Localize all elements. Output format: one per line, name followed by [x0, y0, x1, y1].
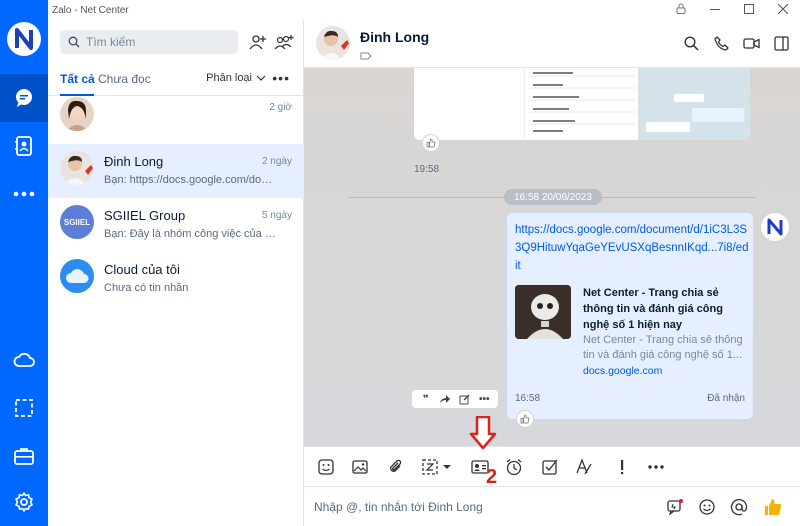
create-group-icon[interactable]	[272, 30, 296, 54]
message-input[interactable]	[314, 497, 644, 517]
conversation-name: SGIIEL Group	[104, 208, 186, 223]
sender-avatar[interactable]	[760, 212, 790, 242]
more-options-icon[interactable]	[646, 457, 666, 477]
message-status: Đã nhận	[707, 393, 745, 404]
edit-icon[interactable]	[457, 392, 473, 406]
tab-unread[interactable]: Chưa đọc	[98, 72, 151, 86]
tab-all[interactable]: Tất cả	[60, 72, 95, 86]
search-box[interactable]	[60, 30, 238, 54]
text-format-icon[interactable]	[574, 457, 594, 477]
link-preview-thumbnail[interactable]	[515, 285, 571, 339]
contact-name: Đinh Long	[360, 29, 430, 45]
settings-gear-icon[interactable]	[0, 478, 48, 526]
video-call-icon[interactable]	[742, 34, 760, 52]
message-link[interactable]: https://docs.google.com/document/d/1iC3L…	[515, 221, 749, 275]
quote-icon[interactable]: ❞	[418, 392, 434, 406]
mention-icon[interactable]	[728, 496, 750, 518]
chevron-down-icon	[256, 75, 266, 81]
date-chip: 16:58 20/06/2023	[504, 189, 602, 205]
message-area: 19:58 16:58 20/06/2023 https://docs.goog…	[304, 68, 800, 446]
conversation-name: Cloud của tôi	[104, 262, 180, 277]
filter-dropdown[interactable]: Phân loại	[206, 72, 266, 84]
tag-icon[interactable]	[360, 49, 372, 63]
chat-panel: Đinh Long 19:58 16:58 20/06/2023 https:/…	[304, 20, 800, 526]
profile-avatar[interactable]	[7, 22, 41, 56]
urgent-icon[interactable]	[612, 457, 632, 477]
screenshot-icon[interactable]	[0, 384, 48, 432]
message-composer	[304, 486, 800, 526]
sticker-icon[interactable]	[316, 457, 336, 477]
screenshot-thumbnail	[638, 68, 750, 140]
conversation-panel: Tất cả Chưa đọc Phân loại ••• 2 giờ Đinh…	[48, 20, 304, 526]
link-preview-description: Net Center - Trang chia sẻ thông tin và …	[583, 334, 743, 361]
cloud-icon[interactable]	[0, 336, 48, 384]
emoji-icon[interactable]	[696, 496, 718, 518]
conversation-preview: Chưa có tin nhắn	[104, 282, 189, 294]
thumbs-up-icon[interactable]	[762, 496, 784, 518]
conversation-item[interactable]: 2 giờ	[48, 90, 304, 144]
image-icon[interactable]	[350, 457, 370, 477]
filter-label: Phân loại	[206, 72, 252, 84]
lock-icon[interactable]	[664, 3, 698, 17]
composer-toolbar	[304, 446, 800, 486]
maximize-icon[interactable]	[732, 3, 766, 17]
contacts-icon[interactable]	[0, 122, 48, 170]
briefcase-icon[interactable]	[0, 432, 48, 480]
window-title: Zalo - Net Center	[52, 4, 129, 16]
chat-header: Đinh Long	[304, 20, 800, 68]
link-message-bubble[interactable]: https://docs.google.com/document/d/1iC3L…	[506, 212, 754, 420]
forward-icon[interactable]	[437, 392, 453, 406]
link-preview-title[interactable]: Net Center - Trang chia sẻ thông tin và …	[583, 285, 747, 333]
message-time: 19:58	[414, 164, 440, 175]
messages-icon[interactable]	[0, 74, 48, 122]
conversation-preview: Bạn: https://docs.google.com/document/d/…	[104, 174, 276, 186]
conversation-name: Đinh Long	[104, 154, 164, 169]
message-time: 16:58	[515, 393, 541, 404]
conversation-time: 2 giờ	[269, 102, 292, 113]
screenshot-thumbnail	[414, 68, 524, 140]
search-input[interactable]	[86, 35, 226, 49]
annotation-arrow-icon	[469, 416, 497, 450]
add-friend-icon[interactable]	[246, 30, 270, 54]
more-options-icon[interactable]: •••	[272, 70, 290, 86]
conversation-preview: Bạn: Đây là nhóm công việc của SGIIEL	[104, 228, 276, 240]
like-icon[interactable]	[516, 410, 534, 428]
quick-message-icon[interactable]	[664, 496, 686, 518]
group-avatar-text: SGIIEL	[63, 217, 91, 227]
voice-call-icon[interactable]	[712, 34, 730, 52]
image-message[interactable]	[414, 68, 750, 140]
task-checkbox-icon[interactable]	[540, 457, 560, 477]
more-actions-icon[interactable]: •••	[476, 392, 492, 406]
screenshot-thumbnail	[524, 68, 638, 140]
close-icon[interactable]	[766, 3, 800, 17]
contact-avatar[interactable]	[316, 26, 350, 60]
avatar	[60, 97, 94, 131]
conversation-time: 2 ngày	[261, 156, 292, 167]
search-icon	[68, 36, 80, 48]
more-icon[interactable]	[0, 170, 48, 218]
conversation-item[interactable]: Đinh Long Bạn: https://docs.google.com/d…	[48, 144, 304, 198]
cloud-avatar-icon	[60, 259, 94, 293]
message-actions: ❞ •••	[412, 390, 498, 408]
attachment-icon[interactable]	[386, 457, 406, 477]
link-preview-domain: docs.google.com	[583, 365, 663, 377]
conversation-time: 5 ngày	[261, 210, 292, 221]
conversation-item[interactable]: SGIIEL SGIIEL Group Bạn: Đây là nhóm côn…	[48, 198, 304, 252]
search-icon[interactable]	[682, 34, 700, 52]
screenshot-capture-icon[interactable]	[420, 457, 454, 477]
title-bar: Zalo - Net Center	[48, 0, 800, 20]
nav-rail	[0, 0, 48, 526]
conversation-item[interactable]: Cloud của tôi Chưa có tin nhắn	[48, 252, 304, 306]
avatar: SGIIEL	[60, 205, 94, 239]
minimize-icon[interactable]	[698, 4, 732, 17]
sidebar-toggle-icon[interactable]	[772, 34, 790, 52]
like-icon[interactable]	[422, 134, 440, 152]
reminder-clock-icon[interactable]	[504, 457, 524, 477]
avatar	[60, 151, 94, 185]
